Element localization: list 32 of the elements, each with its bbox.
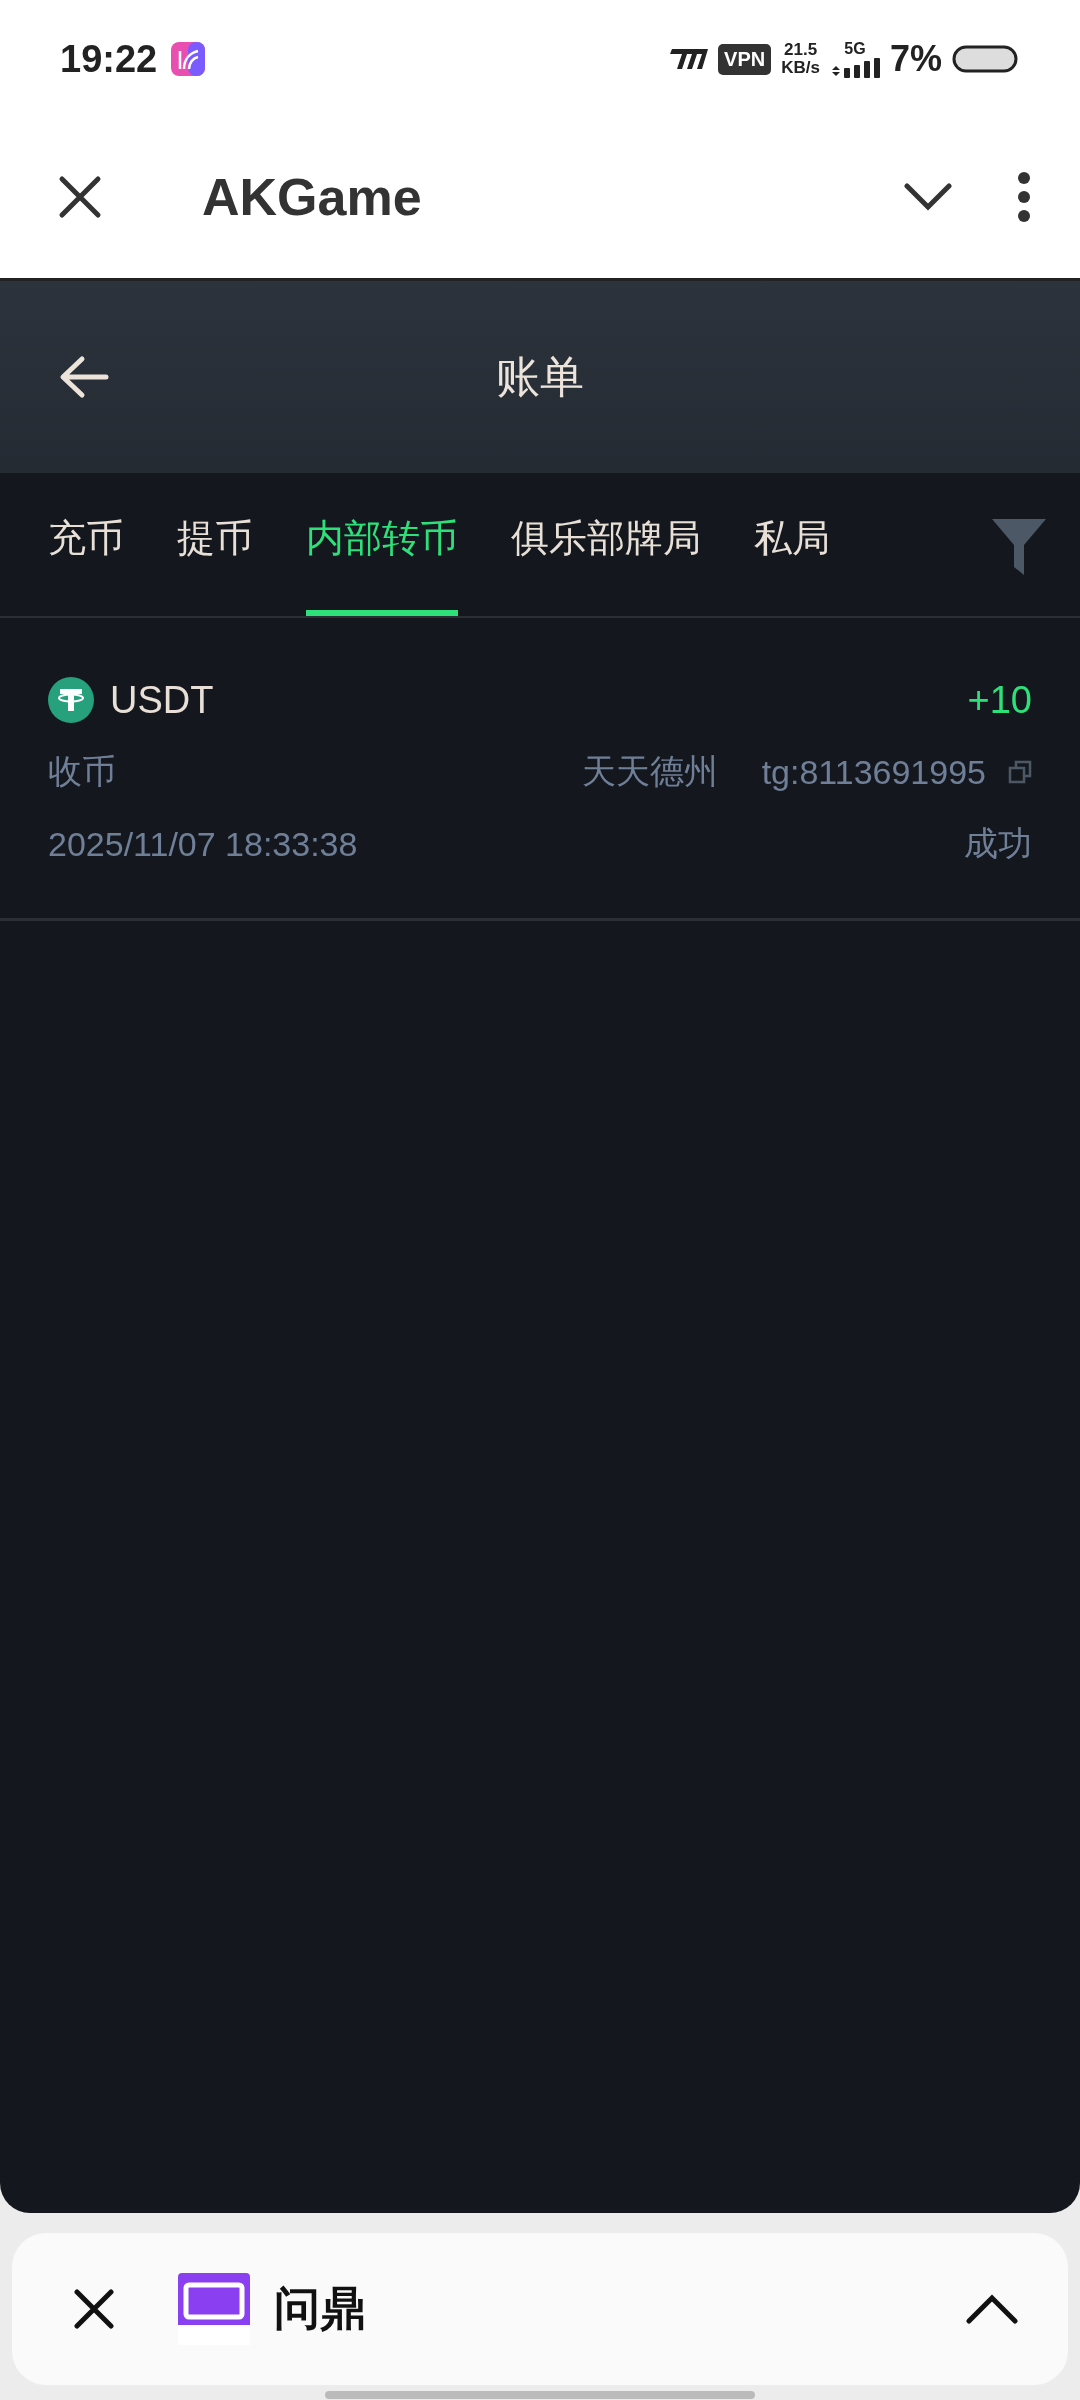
screen-title: 账单: [496, 351, 584, 401]
tether-coin-icon: [48, 677, 94, 723]
tab[interactable]: 提币: [177, 473, 253, 616]
chevron-down-icon[interactable]: [904, 182, 952, 211]
battery-icon: [952, 45, 1018, 73]
filter-icon[interactable]: [992, 519, 1046, 575]
back-arrow-icon[interactable]: [58, 355, 110, 399]
club-name: 天天德州: [581, 751, 718, 792]
vpn-badge: VPN: [718, 43, 772, 75]
close-icon[interactable]: [74, 2289, 114, 2329]
account-id: tg:8113691995: [761, 752, 986, 792]
network-type: 5G: [844, 40, 866, 58]
tab[interactable]: 俱乐部牌局: [511, 473, 701, 616]
app-logo-icon: [178, 2273, 250, 2345]
currency-name: USDT: [110, 678, 214, 722]
battery-percent: 7%: [889, 38, 942, 80]
speed-unit: KB/s: [781, 59, 820, 77]
app-icon: [171, 42, 206, 76]
close-icon[interactable]: [58, 174, 102, 219]
tab[interactable]: 充币: [48, 473, 124, 616]
transfer-type: 收币: [48, 751, 116, 792]
copy-icon[interactable]: [1008, 760, 1032, 784]
tab[interactable]: 私局: [754, 473, 830, 616]
mini-app-name: 问鼎: [274, 2281, 367, 2336]
clock-time: 19:22: [60, 37, 158, 81]
page-title: AKGame: [202, 166, 423, 227]
amount: +10: [967, 678, 1032, 722]
more-icon[interactable]: [1018, 171, 1030, 222]
record-status: 成功: [964, 823, 1032, 864]
chevron-up-icon[interactable]: [966, 2294, 1018, 2324]
network-speed: 21.5: [784, 41, 818, 59]
record-time: 2025/11/07 18:33:38: [48, 824, 358, 864]
